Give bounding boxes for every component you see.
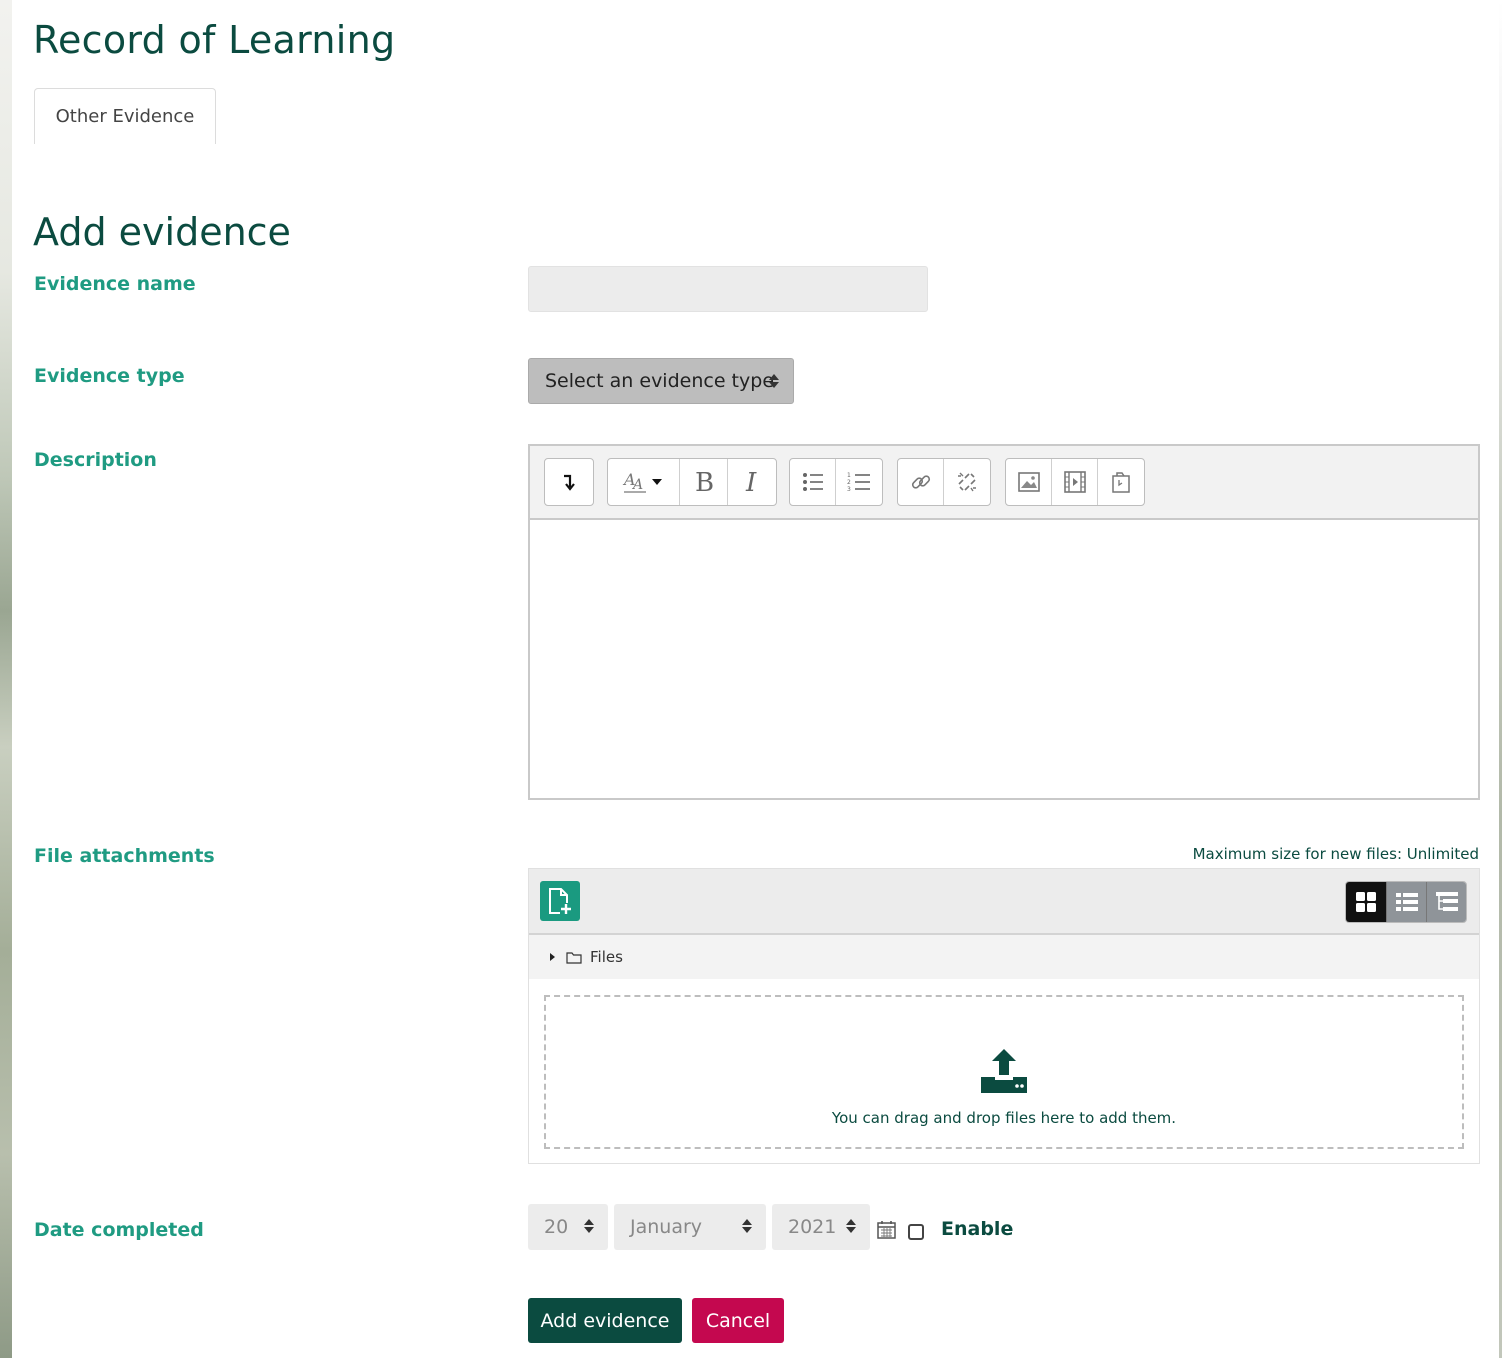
ordered-list-icon[interactable]: 123: [836, 459, 882, 505]
month-value: January: [630, 1216, 703, 1238]
toolbar-group-lists: 123: [789, 458, 883, 506]
tree-icon: [1435, 892, 1458, 911]
enable-label: Enable: [941, 1218, 1014, 1240]
add-file-icon: [549, 888, 572, 915]
svg-text:I: I: [745, 469, 757, 495]
editor-toolbar: AA B I 123: [530, 446, 1478, 520]
svg-text:2: 2: [847, 479, 851, 486]
file-picker-toolbar: [529, 869, 1479, 935]
svg-text:1: 1: [847, 472, 851, 479]
description-textarea[interactable]: [530, 520, 1478, 798]
select-arrows-icon: [742, 1218, 752, 1234]
caret-right-icon: [550, 953, 555, 961]
tab-other-evidence[interactable]: Other Evidence: [34, 88, 216, 144]
list-view-button[interactable]: [1386, 882, 1426, 922]
upload-icon: [981, 1049, 1027, 1093]
select-arrows-icon: [769, 373, 779, 389]
description-editor: AA B I 123: [528, 444, 1480, 800]
toolbar-group-collapse: [544, 458, 594, 506]
toolbar-group-media: [1005, 458, 1145, 506]
view-mode-group: [1345, 881, 1467, 923]
evidence-type-selected: Select an evidence type: [545, 370, 775, 392]
manage-files-icon[interactable]: [1098, 459, 1144, 505]
grid-icon: [1356, 892, 1376, 912]
collapse-icon[interactable]: [545, 459, 593, 505]
unlink-icon[interactable]: [944, 459, 990, 505]
tree-view-button[interactable]: [1426, 882, 1466, 922]
cancel-button[interactable]: Cancel: [692, 1298, 784, 1343]
file-dropzone[interactable]: You can drag and drop files here to add …: [544, 995, 1464, 1149]
file-picker: Files You can drag and drop files here t…: [528, 868, 1480, 1164]
evidence-name-label: Evidence name: [34, 273, 196, 295]
folder-icon: [566, 951, 582, 964]
drop-text: You can drag and drop files here to add …: [831, 1109, 1177, 1127]
italic-icon[interactable]: I: [728, 459, 776, 505]
toolbar-group-style: AA B I: [607, 458, 777, 506]
folder-path[interactable]: Files: [529, 935, 1479, 979]
add-file-button[interactable]: [540, 881, 580, 921]
description-label: Description: [34, 449, 157, 471]
year-select[interactable]: 2021: [772, 1204, 870, 1250]
list-icon: [1395, 893, 1418, 911]
icon-view-button[interactable]: [1346, 882, 1386, 922]
calendar-icon[interactable]: [877, 1220, 896, 1239]
add-evidence-button[interactable]: Add evidence: [528, 1298, 682, 1343]
link-icon[interactable]: [898, 459, 944, 505]
date-completed-label: Date completed: [34, 1219, 204, 1241]
max-size-text: Maximum size for new files: Unlimited: [1192, 845, 1479, 863]
evidence-name-input[interactable]: [528, 266, 928, 312]
svg-text:A: A: [631, 477, 643, 493]
select-arrows-icon: [584, 1218, 594, 1234]
year-value: 2021: [788, 1216, 837, 1238]
enable-checkbox[interactable]: [908, 1224, 924, 1240]
toolbar-group-links: [897, 458, 991, 506]
select-arrows-icon: [846, 1218, 856, 1234]
unordered-list-icon[interactable]: [790, 459, 836, 505]
folder-label: Files: [590, 948, 623, 966]
svg-text:3: 3: [847, 486, 851, 493]
bold-icon[interactable]: B: [680, 459, 728, 505]
month-select[interactable]: January: [614, 1204, 766, 1250]
paragraph-styles-icon[interactable]: AA: [608, 459, 680, 505]
day-value: 20: [544, 1216, 569, 1238]
form-heading: Add evidence: [33, 210, 291, 254]
background-edge-left: [0, 0, 12, 1358]
file-attachments-label: File attachments: [34, 845, 215, 867]
media-icon[interactable]: [1052, 459, 1098, 505]
image-icon[interactable]: [1006, 459, 1052, 505]
evidence-type-label: Evidence type: [34, 365, 185, 387]
evidence-type-select[interactable]: Select an evidence type: [528, 358, 794, 404]
svg-text:B: B: [695, 469, 714, 495]
page-title: Record of Learning: [33, 18, 396, 62]
day-select[interactable]: 20: [528, 1204, 608, 1250]
